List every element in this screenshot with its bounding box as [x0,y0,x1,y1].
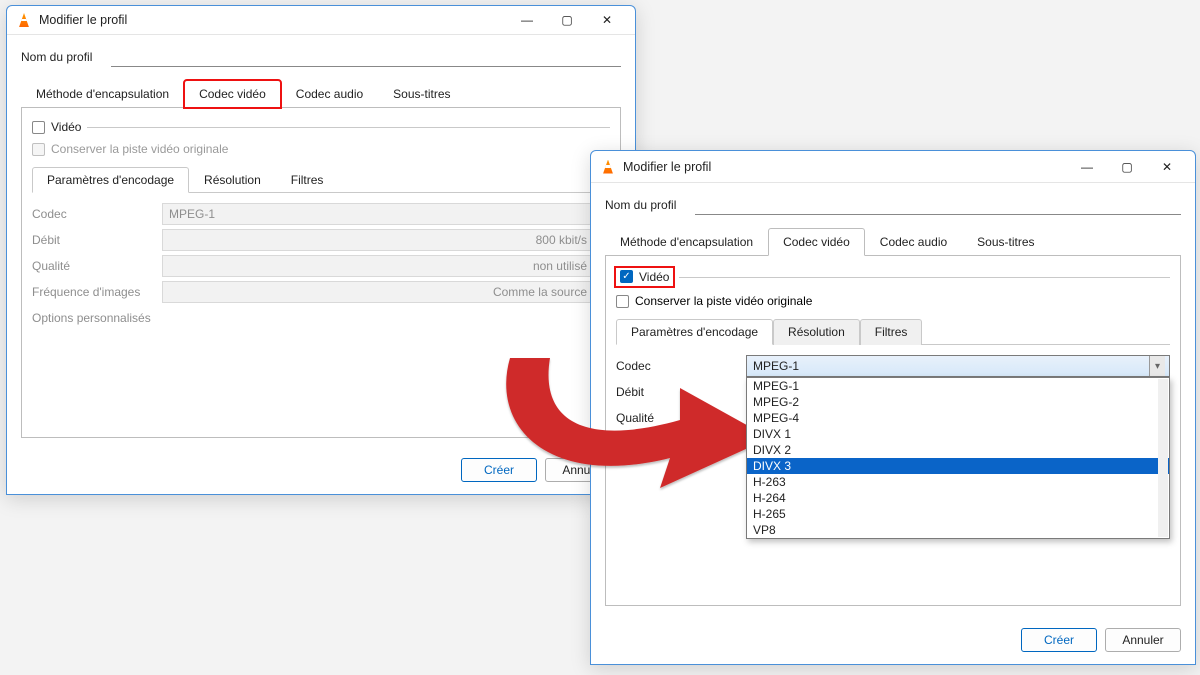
codec-select[interactable]: MPEG-1 ▾ [162,203,610,225]
codec-option[interactable]: DIVX 3 [747,458,1169,474]
codec-select-open[interactable]: MPEG-1 ▾ MPEG-1MPEG-2MPEG-4DIVX 1DIVX 2D… [746,355,1170,377]
codec-option[interactable]: VP8 [747,522,1169,538]
minimize-button[interactable]: — [1067,153,1107,181]
quality-spinner[interactable]: non utilisé ▲▼ [162,255,610,277]
keep-original-checkbox[interactable] [616,295,629,308]
bitrate-spinner[interactable]: 800 kbit/s ▲▼ [162,229,610,251]
video-checkbox[interactable] [32,121,45,134]
video-checkbox-label: Vidéo [639,270,669,284]
tab-codec-video[interactable]: Codec vidéo [184,80,281,108]
close-button[interactable]: ✕ [1147,153,1187,181]
subtab-resolution[interactable]: Résolution [189,167,276,193]
codec-option[interactable]: DIVX 1 [747,426,1169,442]
codec-option[interactable]: MPEG-1 [747,378,1169,394]
maximize-button[interactable]: ▢ [547,6,587,34]
tab-codec-audio[interactable]: Codec audio [281,80,378,108]
window-left: Modifier le profil — ▢ ✕ Nom du profil M… [6,5,636,495]
create-button[interactable]: Créer [461,458,537,482]
codec-option[interactable]: H-265 [747,506,1169,522]
vlc-icon [17,13,31,27]
subtab-filters[interactable]: Filtres [860,319,923,345]
titlebar: Modifier le profil — ▢ ✕ [591,151,1195,183]
bitrate-label: Débit [32,233,162,247]
window-title: Modifier le profil [623,160,1067,174]
codec-option[interactable]: H-263 [747,474,1169,490]
custom-options-label: Options personnalisés [32,311,162,325]
scrollbar[interactable] [1158,379,1168,537]
profile-name-input[interactable] [695,195,1181,215]
keep-original-checkbox[interactable] [32,143,45,156]
tab-encapsulation[interactable]: Méthode d'encapsulation [21,80,184,108]
vlc-icon [601,160,615,174]
subtab-encoding-params[interactable]: Paramètres d'encodage [32,167,189,193]
video-checkbox-label: Vidéo [51,120,81,134]
profile-name-input[interactable] [111,47,621,67]
minimize-button[interactable]: — [507,6,547,34]
fps-label: Fréquence [616,437,746,451]
bitrate-label: Débit [616,385,746,399]
codec-option[interactable]: DIVX 2 [747,442,1169,458]
chevron-down-icon: ▾ [1149,356,1165,376]
profile-name-label: Nom du profil [21,50,111,64]
subtab-encoding-params[interactable]: Paramètres d'encodage [616,319,773,345]
tab-subtitles[interactable]: Sous-titres [378,80,465,108]
keep-original-label: Conserver la piste vidéo originale [635,294,812,308]
codec-dropdown-list[interactable]: MPEG-1MPEG-2MPEG-4DIVX 1DIVX 2DIVX 3H-26… [746,377,1170,539]
window-right: Modifier le profil — ▢ ✕ Nom du profil M… [590,150,1196,665]
create-button[interactable]: Créer [1021,628,1097,652]
titlebar: Modifier le profil — ▢ ✕ [7,6,635,35]
subtab-filters[interactable]: Filtres [276,167,339,193]
keep-original-label: Conserver la piste vidéo originale [51,142,228,156]
fps-label: Fréquence d'images [32,285,162,299]
quality-label: Qualité [616,411,746,425]
maximize-button[interactable]: ▢ [1107,153,1147,181]
codec-option[interactable]: H-264 [747,490,1169,506]
subtab-resolution[interactable]: Résolution [773,319,860,345]
close-button[interactable]: ✕ [587,6,627,34]
video-checkbox[interactable] [620,270,633,283]
tab-encapsulation[interactable]: Méthode d'encapsulation [605,228,768,256]
codec-label: Codec [616,359,746,373]
tab-codec-audio[interactable]: Codec audio [865,228,962,256]
quality-label: Qualité [32,259,162,273]
codec-option[interactable]: MPEG-4 [747,410,1169,426]
cancel-button[interactable]: Annuler [1105,628,1181,652]
window-title: Modifier le profil [39,13,507,27]
fps-spinner[interactable]: Comme la source ▲▼ [162,281,610,303]
tab-subtitles[interactable]: Sous-titres [962,228,1049,256]
codec-option[interactable]: MPEG-2 [747,394,1169,410]
tab-codec-video[interactable]: Codec vidéo [768,228,865,256]
profile-name-label: Nom du profil [605,198,695,212]
codec-label: Codec [32,207,162,221]
